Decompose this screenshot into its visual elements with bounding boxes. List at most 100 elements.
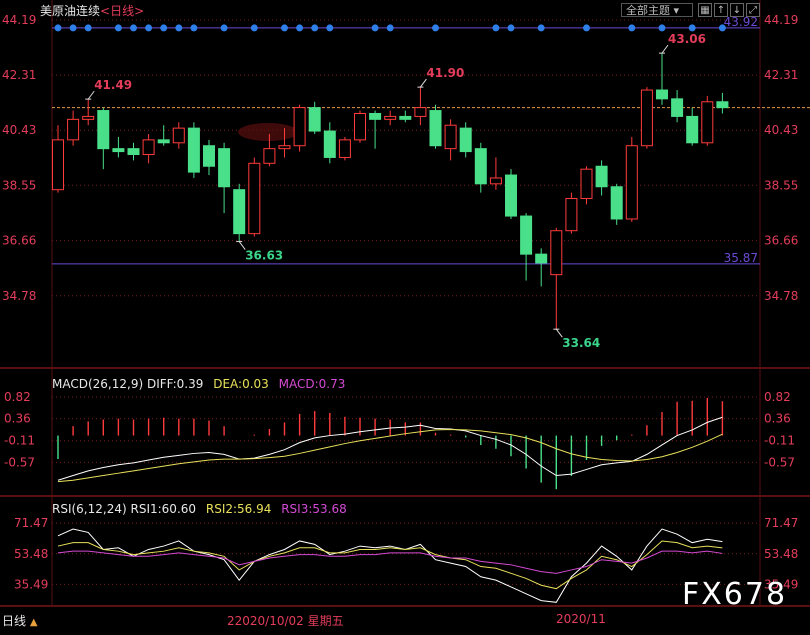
candle-body xyxy=(52,139,64,191)
extreme-label: 36.63 xyxy=(245,249,283,263)
period-selector[interactable]: <日线> xyxy=(100,4,144,18)
signal-dot xyxy=(537,24,545,32)
signal-dot xyxy=(492,24,500,32)
rsi-tick-left: 35.49 xyxy=(14,577,48,591)
macd-tick-right: -0.57 xyxy=(764,455,795,469)
candle-body xyxy=(142,139,155,156)
highlight-marker xyxy=(238,123,298,141)
signal-dot xyxy=(658,24,666,32)
candle-body xyxy=(640,89,653,147)
signal-dot xyxy=(84,24,92,32)
signal-dot xyxy=(371,24,379,32)
price-tick-left: 42.31 xyxy=(2,68,36,82)
arrow-up-icon[interactable]: ↑ xyxy=(714,3,728,17)
candle-body xyxy=(716,101,729,109)
candle-body xyxy=(127,148,140,156)
signal-dot xyxy=(386,24,394,32)
signal-dot xyxy=(145,24,153,32)
macd-tick-right: -0.11 xyxy=(764,434,795,448)
candle-body xyxy=(354,112,366,141)
rsi-line-rsi2 xyxy=(57,540,723,590)
extreme-leader xyxy=(87,90,95,100)
candle-body xyxy=(610,186,623,220)
extreme-leader xyxy=(419,78,427,88)
price-tick-right: 44.19 xyxy=(764,13,798,27)
candle-body xyxy=(565,197,578,232)
chart-stage: 44.19 44.19 42.31 42.31 40.43 40.43 38.55 38.55… xyxy=(0,0,810,631)
candle-body xyxy=(535,253,548,264)
macd-tick-left: 0.36 xyxy=(4,412,31,426)
macd-tick-left: -0.11 xyxy=(4,434,35,448)
macd-tick-right: 0.82 xyxy=(764,390,791,404)
signal-dot xyxy=(628,24,636,32)
price-tick-right: 36.66 xyxy=(764,234,798,248)
signal-dot xyxy=(688,24,696,32)
price-tick-left: 36.66 xyxy=(2,234,36,248)
signal-dot xyxy=(432,24,439,32)
candle-body xyxy=(97,110,110,150)
extreme-label: 41.90 xyxy=(426,66,464,80)
rsi-tick-left: 53.48 xyxy=(14,547,48,561)
signal-dot xyxy=(54,24,62,32)
cursor-date: 22020/10/02 星期五 xyxy=(227,612,344,629)
theme-selector-button[interactable]: 全部主题 ▾ xyxy=(621,3,693,17)
candle-body xyxy=(550,230,563,276)
candle-body xyxy=(580,168,593,199)
signal-dot xyxy=(718,24,726,32)
candle-body xyxy=(595,165,608,188)
chevron-down-icon: ▾ xyxy=(670,4,680,17)
diff-value: DIFF:0.39 xyxy=(146,377,204,391)
candle-body xyxy=(625,145,638,220)
triangle-up-icon: ▲ xyxy=(29,617,38,628)
macd-tick-left: -0.57 xyxy=(4,455,35,469)
extreme-label: 41.49 xyxy=(94,78,132,92)
rsi-line-rsi3 xyxy=(57,550,723,574)
signal-dot xyxy=(160,24,168,32)
macd-line-dea xyxy=(57,428,723,483)
extreme-label: 43.06 xyxy=(668,32,706,46)
candle-body xyxy=(263,148,276,164)
expand-icon[interactable]: ⤢ xyxy=(746,3,760,17)
period-tab-label: 日线 xyxy=(2,614,27,628)
signal-dot xyxy=(190,24,198,32)
grid-icon[interactable]: ▦ xyxy=(698,3,712,17)
candle-body xyxy=(656,89,668,100)
candle-body xyxy=(293,107,306,147)
candle-body xyxy=(414,107,427,117)
rsi-legend: RSI(6,12,24) RSI1:60.60 RSI2:56.94 RSI3:… xyxy=(52,502,347,516)
price-tick-right: 34.78 xyxy=(764,289,798,303)
rsi-tick-left: 71.47 xyxy=(14,516,48,530)
month-axis-label: 2020/11 xyxy=(556,612,606,626)
watermark-logo: FX678 xyxy=(682,577,788,612)
signal-dot xyxy=(220,24,228,32)
candle-body xyxy=(701,101,714,144)
instrument-title: 美原油连续<日线> xyxy=(40,2,144,19)
extreme-leader xyxy=(661,44,669,54)
candle-body xyxy=(429,110,442,147)
signal-dot xyxy=(175,24,183,32)
candle-body xyxy=(474,148,487,185)
macd-tick-right: 0.36 xyxy=(764,412,791,426)
extreme-label: 33.64 xyxy=(562,336,600,350)
candle-body xyxy=(187,127,200,173)
candle-body xyxy=(489,177,502,185)
signal-dot xyxy=(69,24,77,32)
arrow-down-icon[interactable]: ↓ xyxy=(730,3,744,17)
chart-canvas[interactable]: 44.19 44.19 42.31 42.31 40.43 40.43 38.55 38.55… xyxy=(0,0,810,631)
cursor-date-prefix: 2 xyxy=(227,614,235,628)
rsi2-value: RSI2:56.94 xyxy=(205,502,272,516)
period-tab[interactable]: 日线 ▲ xyxy=(2,612,38,629)
signal-dot xyxy=(311,24,319,32)
cursor-date-text: 2020/10/02 星期五 xyxy=(234,614,344,628)
theme-label: 全部主题 xyxy=(626,4,670,17)
price-tick-right: 40.43 xyxy=(764,123,798,137)
candle-body xyxy=(203,145,215,167)
signal-dot xyxy=(583,24,590,32)
macd-tick-left: 0.82 xyxy=(4,390,31,404)
candle-body xyxy=(157,139,170,144)
candle-body xyxy=(520,215,533,255)
price-tick-left: 38.55 xyxy=(2,178,36,192)
signal-dot xyxy=(281,24,288,32)
macd-legend: MACD(26,12,9) DIFF:0.39 DEA:0.03 MACD:0.… xyxy=(52,377,345,391)
candle-body xyxy=(323,130,336,158)
